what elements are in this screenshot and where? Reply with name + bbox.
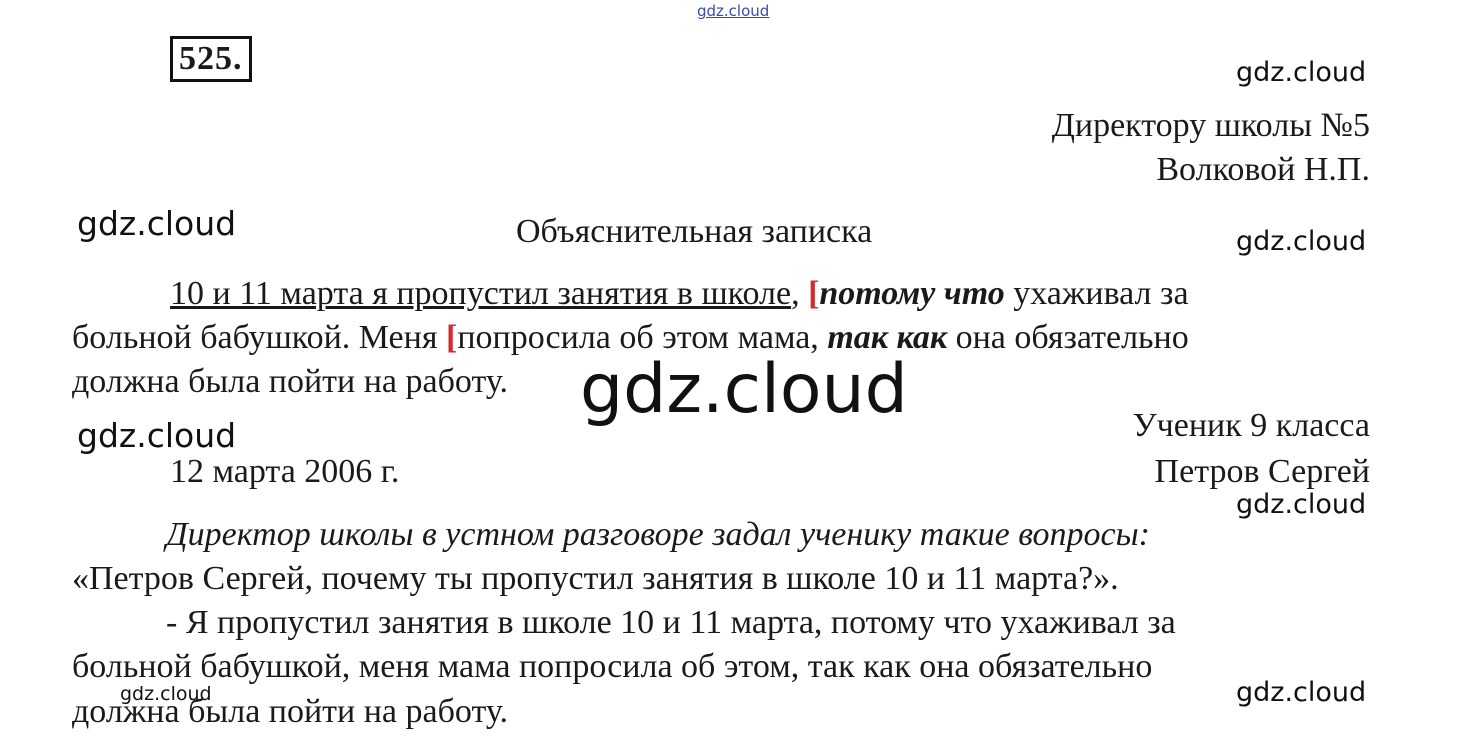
dialogue-question: «Петров Сергей, почему ты пропустил заня… [72,560,1119,597]
conjunction-1: потому что [819,275,1005,312]
dialogue-answer-line-3: должна была пойти на работу. [72,693,508,730]
underlined-clause: 10 и 11 марта я пропустил занятия в школ… [170,275,792,312]
paragraph-line-2-c: она обязательно [947,319,1189,356]
watermark-right-1: gdz.cloud [1236,57,1367,88]
exercise-number: 525. [170,36,252,82]
addressee-line-2: Волковой Н.П. [1156,151,1370,188]
signature-line-1: Ученик 9 класса [1132,407,1370,444]
bracket-mark-2: [ [445,319,458,356]
dialogue-answer-line-1: - Я пропустил занятия в школе 10 и 11 ма… [166,604,1176,641]
document-title: Объяснительная записка [516,213,873,250]
watermark-right-4: gdz.cloud [1236,677,1367,708]
watermark-left-1: gdz.cloud [77,204,237,243]
dialogue-answer-line-2: больной бабушкой, меня мама попросила об… [72,648,1153,685]
addressee-line-1: Директору школы №5 [1051,107,1370,144]
watermark-center: gdz.cloud [580,350,908,429]
watermark-right-2: gdz.cloud [1236,226,1367,257]
paragraph-line-2-a: больной бабушкой. Меня [72,319,446,356]
paragraph-line-3: должна была пойти на работу. [72,363,508,400]
date: 12 марта 2006 г. [170,453,400,490]
signature-line-2: Петров Сергей [1154,453,1370,490]
paragraph-line-1: 10 и 11 марта я пропустил занятия в школ… [170,272,1189,316]
dialogue-intro: Директор школы в устном разговоре задал … [166,516,1150,553]
paragraph-line-1-end: ухаживал за [1004,275,1189,312]
watermark-top: gdz.cloud [697,2,770,20]
comma: , [791,275,800,312]
bracket-mark: [ [808,275,820,312]
